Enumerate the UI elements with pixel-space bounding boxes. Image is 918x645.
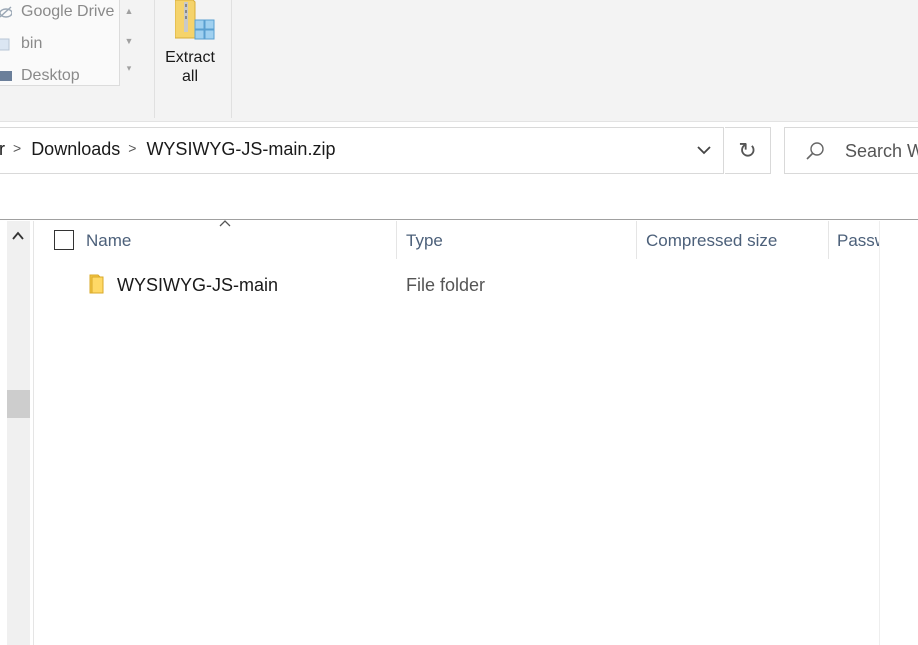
file-type: File folder (406, 275, 486, 295)
breadcrumb-item[interactable]: r (0, 139, 5, 160)
breadcrumb-item-zip[interactable]: WYSIWYG-JS-main.zip (146, 139, 335, 160)
column-separator[interactable] (636, 221, 637, 259)
scroll-more-icon[interactable]: ▾ (124, 63, 134, 73)
address-bar[interactable]: r > Downloads > WYSIWYG-JS-main.zip (0, 127, 724, 174)
scrollbar-thumb[interactable] (7, 390, 30, 418)
chevron-down-icon[interactable] (695, 141, 713, 159)
table-row[interactable]: WYSIWYG-JS-main File folder (34, 265, 880, 305)
extract-all-label-line1: Extract (165, 49, 215, 66)
extract-zip-icon (175, 0, 215, 40)
cloud-sync-icon (0, 6, 12, 18)
quick-access-label: bin (21, 35, 43, 52)
pane-edge (879, 221, 880, 645)
extract-all-button[interactable]: Extract all (158, 0, 224, 90)
extract-all-label: Extract all (158, 48, 222, 86)
column-separator[interactable] (396, 221, 397, 259)
search-icon (806, 142, 824, 160)
column-separator[interactable] (828, 221, 829, 259)
quick-access-label: Google Drive (21, 3, 115, 20)
column-header-type[interactable]: Type (406, 231, 443, 251)
search-input[interactable]: Search W (784, 127, 918, 174)
divider (0, 219, 918, 220)
breadcrumb-chevron-icon[interactable]: > (128, 140, 136, 156)
breadcrumb-item-downloads[interactable]: Downloads (31, 139, 120, 160)
sort-ascending-icon (218, 217, 232, 231)
ribbon-divider (231, 0, 232, 118)
ribbon: Google Drive bin Desktop ▲ ▼ ▾ Extract a… (0, 0, 918, 122)
column-header-name[interactable]: Name (86, 231, 131, 251)
chevron-up-icon (12, 231, 24, 240)
folder-icon (0, 38, 10, 51)
quick-access-label: Desktop (21, 67, 80, 84)
file-name: WYSIWYG-JS-main (117, 275, 279, 295)
chevron-down-icon-svg (697, 146, 711, 155)
quick-access-list: Google Drive bin Desktop (0, 0, 120, 86)
column-header-row: Name Type Compressed size Passw (34, 220, 880, 263)
breadcrumb-chevron-icon[interactable]: > (13, 140, 21, 156)
column-header-password[interactable]: Passw (837, 231, 880, 251)
folder-icon (89, 274, 104, 294)
breadcrumb: r > Downloads > WYSIWYG-JS-main.zip (0, 139, 335, 160)
column-header-compressed-size[interactable]: Compressed size (646, 231, 777, 251)
scroll-down-icon[interactable]: ▼ (124, 36, 134, 46)
select-all-checkbox[interactable] (54, 230, 74, 250)
search-placeholder: Search W (845, 141, 918, 161)
scroll-up-icon[interactable] (11, 229, 25, 243)
extract-all-label-line2: all (181, 68, 198, 85)
ribbon-divider (154, 0, 155, 118)
navigation-scrollbar[interactable] (7, 221, 30, 645)
desktop-icon (0, 71, 12, 81)
sort-caret-icon (219, 220, 231, 227)
refresh-icon[interactable]: ↻ (725, 127, 771, 174)
scroll-up-icon[interactable]: ▲ (124, 6, 134, 16)
quick-access-scrollbar[interactable]: ▲ ▼ ▾ (120, 0, 138, 85)
